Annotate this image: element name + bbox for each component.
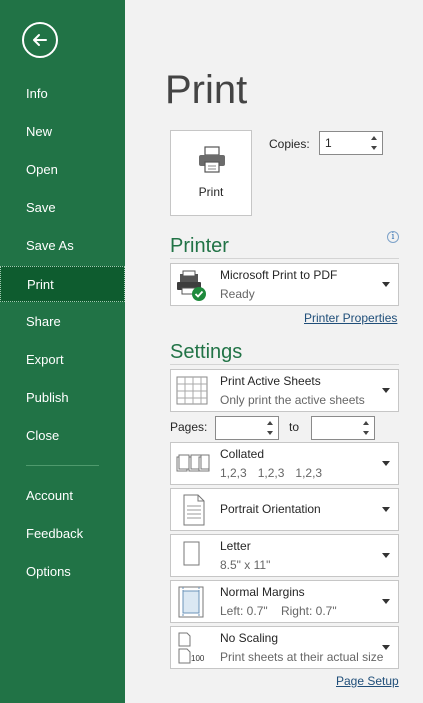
backstage-sidebar: Info New Open Save Save As Print Share E…: [0, 0, 125, 703]
caret-down-icon: [382, 507, 390, 512]
scaling-sub: Print sheets at their actual size: [220, 650, 384, 664]
nav-item-account[interactable]: Account: [0, 478, 125, 514]
info-icon[interactable]: i: [387, 231, 399, 243]
margins-right: Right: 0.7": [280, 604, 337, 618]
nav-item-new[interactable]: New: [0, 114, 125, 150]
chevron-up-icon[interactable]: [363, 421, 369, 425]
print-what-dropdown[interactable]: Print Active Sheets Only print the activ…: [170, 369, 399, 412]
paper-size-title: Letter: [220, 539, 251, 553]
copies-spinner[interactable]: [319, 131, 383, 155]
copies-input[interactable]: [320, 132, 368, 154]
nav-item-print[interactable]: Print: [0, 266, 125, 302]
nav-item-share[interactable]: Share: [0, 304, 125, 340]
nav-item-options[interactable]: Options: [0, 554, 125, 590]
collation-set-1: 1,2,3: [220, 466, 247, 480]
printer-name: Microsoft Print to PDF: [220, 268, 338, 282]
margins-sub: Left: 0.7" Right: 0.7": [220, 604, 337, 618]
nav-item-close[interactable]: Close: [0, 418, 125, 454]
pages-to-input[interactable]: [312, 417, 360, 439]
copies-spin-arrows[interactable]: [368, 132, 382, 154]
page-setup-link[interactable]: Page Setup: [336, 674, 399, 688]
margins-icon: [178, 586, 204, 618]
scaling-icon: 100: [178, 632, 205, 664]
collated-pages-icon: [176, 454, 210, 472]
portrait-page-icon: [183, 494, 205, 526]
margins-dropdown[interactable]: Normal Margins Left: 0.7" Right: 0.7": [170, 580, 399, 623]
margins-left: Left: 0.7": [220, 604, 268, 618]
pages-to-label: to: [289, 420, 300, 434]
printer-properties-link[interactable]: Printer Properties: [304, 311, 397, 325]
chevron-down-icon[interactable]: [371, 146, 377, 150]
nav-item-save-as[interactable]: Save As: [0, 228, 125, 264]
pages-to-spin-arrows[interactable]: [360, 417, 374, 439]
collation-dropdown[interactable]: Collated 1,2,3 1,2,3 1,2,3: [170, 442, 399, 485]
caret-down-icon: [382, 599, 390, 604]
collation-set-2: 1,2,3: [257, 466, 285, 480]
printer-heading: Printer: [170, 235, 229, 257]
collation-title: Collated: [220, 447, 265, 461]
printer-ready-icon: [177, 270, 206, 301]
settings-heading: Settings: [170, 341, 243, 363]
collation-set-3: 1,2,3: [295, 466, 323, 480]
chevron-up-icon[interactable]: [371, 136, 377, 140]
margins-title: Normal Margins: [220, 585, 305, 599]
page-title: Print: [165, 68, 248, 112]
paper-size-icon: [183, 541, 200, 566]
pages-from-spin-arrows[interactable]: [264, 417, 278, 439]
paper-size-sub: 8.5" x 11": [220, 558, 271, 572]
pages-to-spinner[interactable]: [311, 416, 375, 440]
nav-item-publish[interactable]: Publish: [0, 380, 125, 416]
caret-down-icon: [382, 553, 390, 558]
chevron-up-icon[interactable]: [267, 421, 273, 425]
print-what-title: Print Active Sheets: [220, 374, 321, 388]
printer-icon: [199, 146, 225, 173]
back-button[interactable]: [22, 22, 58, 58]
arrow-left-icon: [33, 34, 47, 46]
print-what-sub: Only print the active sheets: [220, 393, 365, 407]
collation-sub: 1,2,3 1,2,3 1,2,3: [220, 466, 333, 480]
orientation-dropdown[interactable]: Portrait Orientation: [170, 488, 399, 531]
caret-down-icon: [382, 461, 390, 466]
nav-item-feedback[interactable]: Feedback: [0, 516, 125, 552]
caret-down-icon: [382, 388, 390, 393]
pages-from-spinner[interactable]: [215, 416, 279, 440]
orientation-title: Portrait Orientation: [220, 502, 321, 516]
nav-item-open[interactable]: Open: [0, 152, 125, 188]
pages-label: Pages:: [170, 420, 208, 434]
scaling-icon-text: 100: [191, 654, 205, 663]
chevron-down-icon[interactable]: [267, 431, 273, 435]
printer-status: Ready: [220, 287, 255, 301]
pages-from-input[interactable]: [216, 417, 264, 439]
printer-rule: [170, 258, 399, 259]
paper-size-dropdown[interactable]: Letter 8.5" x 11": [170, 534, 399, 577]
print-button[interactable]: Print: [170, 130, 252, 216]
nav-item-save[interactable]: Save: [0, 190, 125, 226]
nav-divider: [26, 465, 99, 466]
sheet-grid-icon: [176, 376, 208, 405]
caret-down-icon: [382, 645, 390, 650]
scaling-dropdown[interactable]: 100 No Scaling Print sheets at their act…: [170, 626, 399, 669]
chevron-down-icon[interactable]: [363, 431, 369, 435]
printer-dropdown[interactable]: Microsoft Print to PDF Ready: [170, 263, 399, 306]
settings-rule: [170, 364, 399, 365]
nav-item-info[interactable]: Info: [0, 76, 125, 112]
caret-down-icon: [382, 282, 390, 287]
copies-label: Copies:: [269, 137, 310, 151]
scaling-title: No Scaling: [220, 631, 279, 645]
nav-item-export[interactable]: Export: [0, 342, 125, 378]
print-button-label: Print: [198, 185, 224, 199]
